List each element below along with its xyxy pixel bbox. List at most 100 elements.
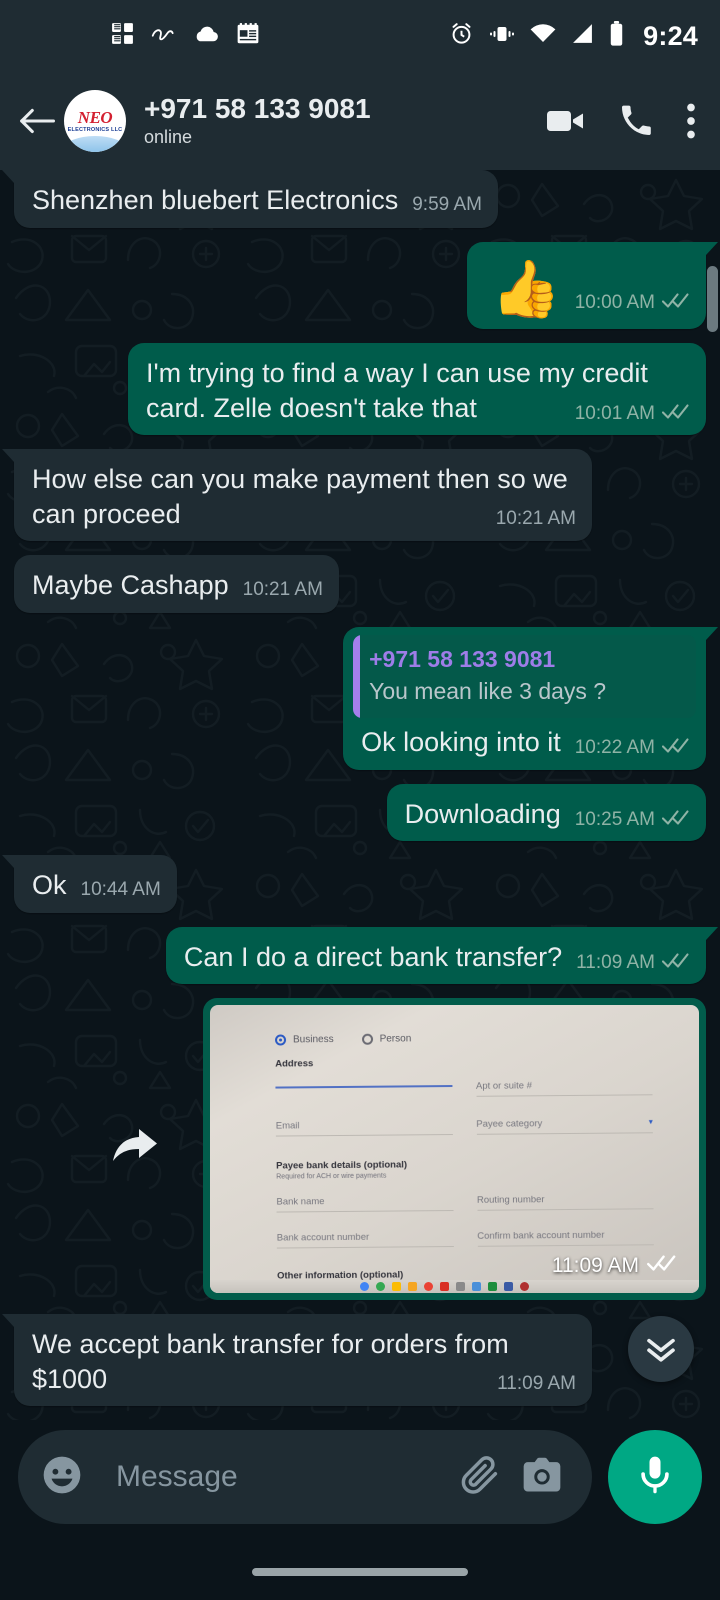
message-time: 10:00 AM xyxy=(574,292,655,314)
microphone-icon xyxy=(633,1453,677,1502)
photo-confirm-account-line xyxy=(477,1244,654,1247)
chat-header: NEO ELECTRONICS LLC +971 58 133 9081 onl… xyxy=(0,72,720,170)
message-bubble-outgoing[interactable]: Downloading 10:25 AM xyxy=(386,783,706,842)
photo-email-label: Email xyxy=(275,1120,300,1132)
voice-call-button[interactable] xyxy=(620,105,652,137)
contact-status: online xyxy=(144,126,193,147)
message-text: Ok looking into it xyxy=(361,726,561,757)
voice-record-button[interactable] xyxy=(608,1430,702,1524)
taskbar-icon xyxy=(456,1282,465,1292)
android-navigation-bar xyxy=(0,1544,720,1600)
message-bubble-incoming[interactable]: We accept bank transfer for orders from … xyxy=(2,1314,592,1407)
message-text: Maybe Cashapp xyxy=(32,570,229,601)
back-button[interactable] xyxy=(14,98,60,144)
emoji-smiley-icon[interactable] xyxy=(40,1453,84,1502)
quoted-message[interactable]: +971 58 133 9081 You mean like 3 days ? xyxy=(353,634,696,718)
radio-unselected-icon xyxy=(361,1033,373,1045)
message-meta: 10:44 AM xyxy=(81,880,161,899)
message-bubble-incoming[interactable]: How else can you make payment then so we… xyxy=(2,449,592,542)
status-bar: 9:24 xyxy=(0,0,720,72)
photo-payee-category-label: Payee category xyxy=(476,1118,543,1130)
message-bubble-outgoing[interactable]: Can I do a direct bank transfer? 11:09 A… xyxy=(165,926,719,985)
photo-apt-label: Apt or suite # xyxy=(475,1080,532,1092)
message-row-image: Business Person Address Apt or suite # E… xyxy=(14,998,706,1301)
quoted-sender-name: +971 58 133 9081 xyxy=(369,645,556,672)
avatar[interactable]: NEO ELECTRONICS LLC xyxy=(64,90,126,152)
taskbar-icon xyxy=(424,1282,433,1292)
quoted-message-text: You mean like 3 days ? xyxy=(369,677,607,704)
photo-dropdown-caret-icon: ▾ xyxy=(648,1117,653,1127)
forward-message-icon[interactable] xyxy=(109,1123,161,1172)
message-bubble-incoming[interactable]: Maybe Cashapp 10:21 AM xyxy=(14,555,339,613)
alarm-icon xyxy=(449,21,474,51)
message-time: 10:21 AM xyxy=(495,507,576,529)
message-row: Shenzhen bluebert Electronics 9:59 AM xyxy=(2,170,706,228)
photo-form-content: Business Person Address Apt or suite # E… xyxy=(210,1005,699,1293)
taskbar-icon xyxy=(520,1282,529,1292)
message-bubble-incoming[interactable]: Ok 10:44 AM xyxy=(2,855,177,913)
message-bubble-outgoing[interactable]: I'm trying to find a way I can use my cr… xyxy=(128,343,706,436)
message-meta: 10:25 AM xyxy=(575,809,690,831)
message-list: Shenzhen bluebert Electronics 9:59 AM 👍 … xyxy=(0,170,720,1420)
message-bubble-outgoing[interactable]: 👍 10:00 AM xyxy=(466,241,719,330)
message-bubble-image[interactable]: Business Person Address Apt or suite # E… xyxy=(203,998,706,1301)
message-text: How else can you make payment then so we… xyxy=(32,464,576,529)
photo-bank-section-title: Payee bank details (optional) xyxy=(276,1159,408,1172)
message-row: We accept bank transfer for orders from … xyxy=(2,1314,706,1407)
taskbar-icon xyxy=(472,1282,481,1292)
message-row: Can I do a direct bank transfer? 11:09 A… xyxy=(14,926,719,985)
message-meta: 10:00 AM xyxy=(575,292,690,314)
avatar-brand: NEO xyxy=(77,108,113,127)
avatar-brand-sub: ELECTRONICS LLC xyxy=(67,127,123,133)
message-row: 👍 10:00 AM xyxy=(14,241,719,330)
read-receipt-double-check-icon xyxy=(661,809,690,831)
message-bubble-outgoing-reply[interactable]: +971 58 133 9081 You mean like 3 days ? … xyxy=(343,626,718,770)
wps-office-icon xyxy=(110,21,135,51)
status-bar-system-icons: 9:24 xyxy=(449,21,698,52)
header-actions xyxy=(546,103,700,139)
read-receipt-double-check-icon xyxy=(661,737,690,759)
photo-routing-label: Routing number xyxy=(476,1194,545,1206)
overflow-menu-button[interactable] xyxy=(686,103,696,139)
taskbar-icon xyxy=(504,1282,513,1292)
photo-address-label: Address xyxy=(275,1058,314,1070)
message-bubble-incoming[interactable]: Shenzhen bluebert Electronics 9:59 AM xyxy=(2,170,498,228)
message-time: 9:59 AM xyxy=(412,194,482,215)
cellular-signal-icon xyxy=(571,23,594,49)
composer-input-container[interactable]: Message xyxy=(18,1430,592,1524)
message-input[interactable]: Message xyxy=(102,1462,440,1492)
chat-message-area[interactable]: Shenzhen bluebert Electronics 9:59 AM 👍 … xyxy=(0,170,720,1420)
chat-scrollbar[interactable] xyxy=(707,266,718,332)
scroll-to-bottom-button[interactable] xyxy=(628,1316,694,1382)
message-time: 11:09 AM xyxy=(551,1254,639,1278)
camera-icon[interactable] xyxy=(520,1453,564,1502)
home-gesture-pill[interactable] xyxy=(252,1568,468,1576)
message-time: 11:09 AM xyxy=(497,1372,576,1394)
contact-info[interactable]: +971 58 133 9081 online xyxy=(144,93,371,150)
read-receipt-double-check-icon xyxy=(661,403,690,425)
photo-radio-person: Person xyxy=(361,1033,411,1045)
message-text: Ok xyxy=(32,870,67,901)
read-receipt-double-check-icon xyxy=(647,1254,677,1277)
photo-radio-business-label: Business xyxy=(292,1034,334,1046)
photo-routing-line xyxy=(477,1208,654,1211)
taskbar-icon xyxy=(488,1282,497,1292)
photo-taskbar xyxy=(210,1280,699,1294)
taskbar-icon xyxy=(392,1282,401,1292)
attached-photo[interactable]: Business Person Address Apt or suite # E… xyxy=(210,1005,699,1294)
message-text: Downloading xyxy=(404,798,561,829)
photo-apt-line xyxy=(476,1094,653,1097)
message-meta: 9:59 AM xyxy=(412,195,482,214)
message-row: Maybe Cashapp 10:21 AM xyxy=(14,555,706,613)
photo-radio-business: Business xyxy=(274,1034,334,1046)
photo-radio-row: Business Person xyxy=(274,1031,652,1046)
message-row: Ok 10:44 AM xyxy=(2,855,706,913)
message-composer-bar: Message xyxy=(0,1420,720,1600)
photo-account-line xyxy=(276,1246,454,1249)
message-text: Can I do a direct bank transfer? xyxy=(183,941,563,972)
message-row: Downloading 10:25 AM xyxy=(14,783,706,842)
paperclip-icon[interactable] xyxy=(458,1453,502,1502)
video-call-button[interactable] xyxy=(546,107,586,135)
status-bar-notification-icons xyxy=(110,21,260,51)
read-receipt-double-check-icon xyxy=(661,292,690,314)
